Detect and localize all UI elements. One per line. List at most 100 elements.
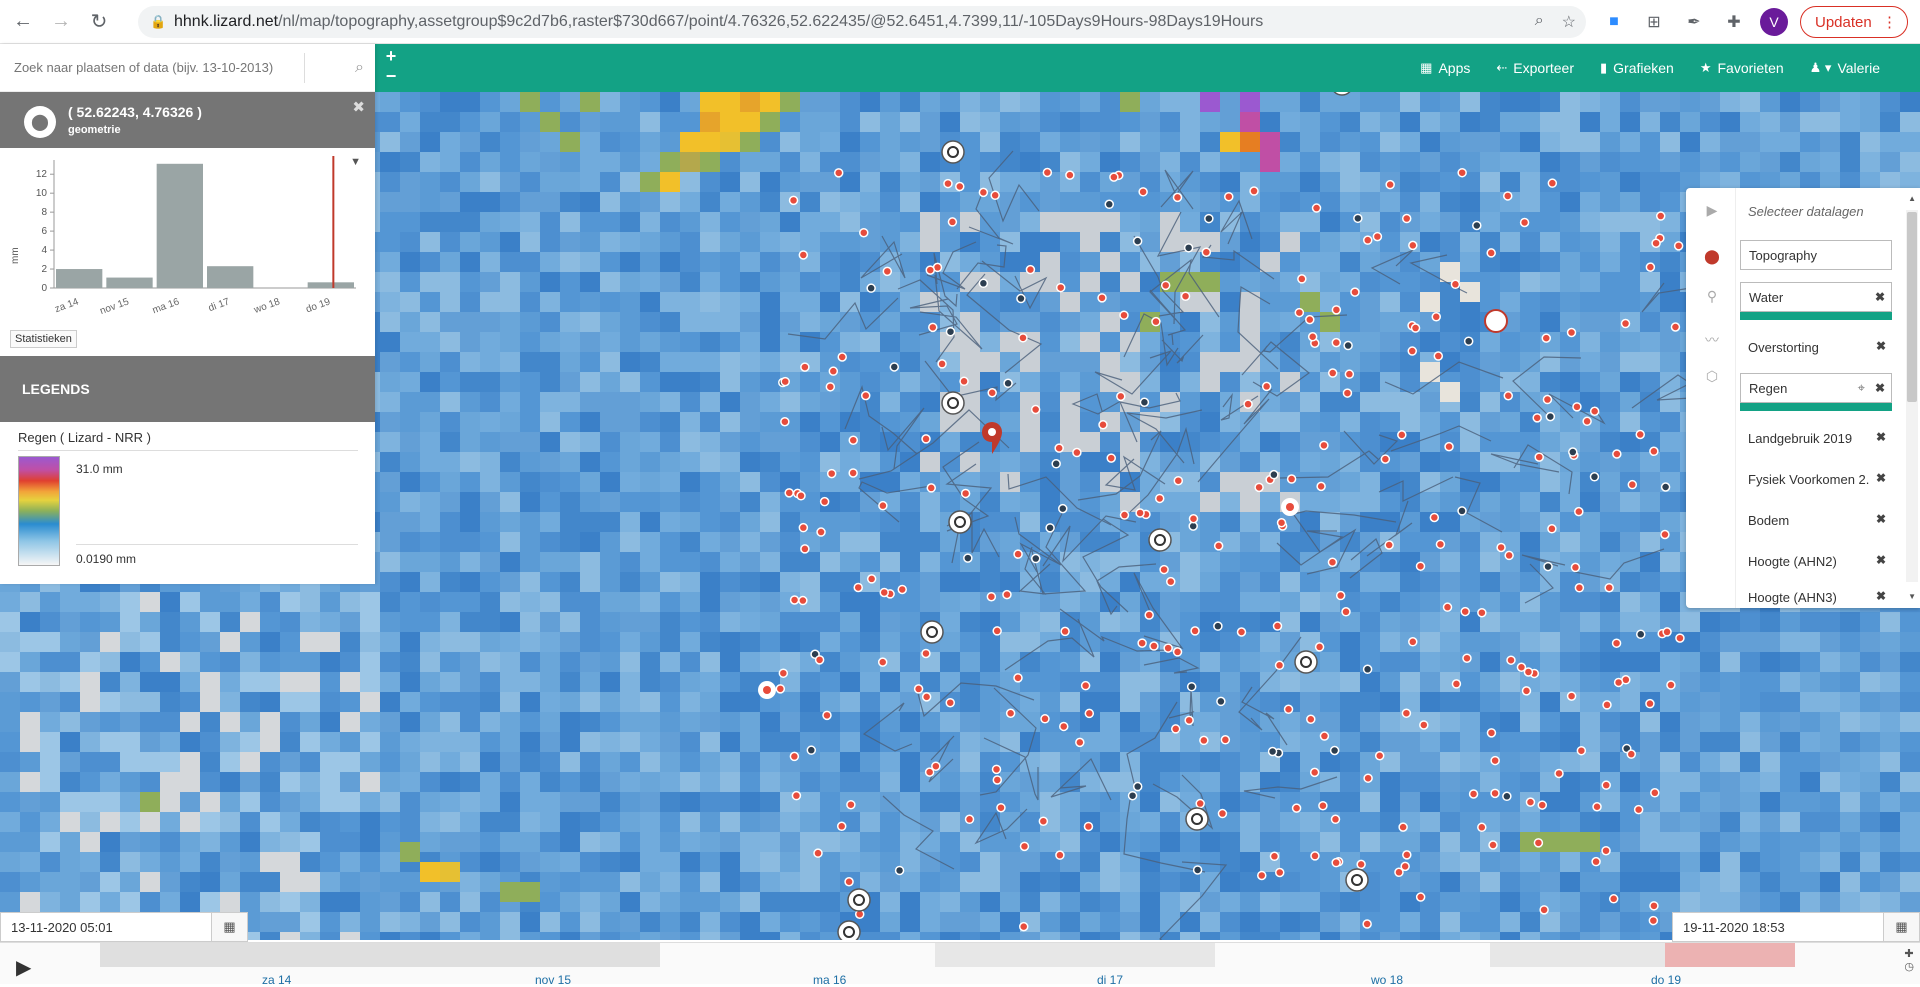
calendar-icon[interactable]: ▦ <box>211 913 247 941</box>
asset-dot <box>960 488 971 499</box>
asset-dot <box>1249 186 1259 196</box>
remove-layer-icon[interactable]: ✖ <box>1875 381 1885 395</box>
layer-ahn2[interactable]: Hoogte (AHN2) ✖ <box>1740 546 1892 576</box>
remove-layer-icon[interactable]: ✖ <box>1876 589 1886 603</box>
asset-dot <box>1627 479 1638 490</box>
play-icon[interactable]: ▶ <box>16 955 31 980</box>
asset-dot <box>955 181 965 192</box>
menu-apps[interactable]: ▦ Apps <box>1420 60 1470 76</box>
asset-dot <box>800 362 810 372</box>
zoom-out-button[interactable]: − <box>383 66 399 87</box>
selected-point-marker <box>988 428 996 436</box>
multi-pin-icon[interactable]: ⚲ <box>1702 288 1722 305</box>
asset-dot <box>1220 735 1231 745</box>
line-chart-icon[interactable]: 〰 <box>1702 330 1722 350</box>
asset-dot <box>1353 213 1363 224</box>
scroll-down-icon[interactable]: ▼ <box>1908 592 1916 601</box>
layer-ahn3[interactable]: Hoogte (AHN3) ✖ <box>1740 587 1892 607</box>
layer-scroll-thumb[interactable] <box>1907 212 1917 402</box>
pumpstation-icon <box>941 391 965 415</box>
search-input[interactable] <box>14 60 294 75</box>
reload-icon[interactable]: ↻ <box>84 7 114 37</box>
asset-dot <box>1468 789 1479 799</box>
remove-layer-icon[interactable]: ✖ <box>1876 512 1886 526</box>
url-text[interactable]: hhnk.lizard.net/nl/map/topography,assetg… <box>174 13 1263 31</box>
menu-export-label: Exporteer <box>1513 60 1574 76</box>
layer-topography[interactable]: Topography <box>1740 240 1892 270</box>
url-path: /nl/map/topography,assetgroup$9c2d7b6,ra… <box>278 13 1264 30</box>
asset-dot <box>1331 337 1342 348</box>
start-date-value: 13-11-2020 05:01 <box>11 919 113 935</box>
bookmark-star-icon[interactable]: ☆ <box>1562 12 1576 32</box>
asset-dot <box>1002 589 1012 600</box>
layer-landgebruik[interactable]: Landgebruik 2019 ✖ <box>1740 423 1892 453</box>
asset-dot <box>1310 851 1320 861</box>
zoom-in-button[interactable]: + <box>383 46 399 67</box>
calendar-icon[interactable]: ▦ <box>1883 913 1919 941</box>
layer-bodem[interactable]: Bodem ✖ <box>1740 505 1892 535</box>
layer-label: Topography <box>1749 247 1817 263</box>
statistics-button[interactable]: Statistieken <box>10 330 77 348</box>
timeline[interactable]: ▶ za 14 nov 15 ma 16 di 17 wo 18 do 19 ✚… <box>0 942 1920 987</box>
asset-dot <box>1545 411 1556 422</box>
asset-dot <box>1138 187 1148 197</box>
location-pin-icon[interactable]: ⬤ <box>1702 248 1722 265</box>
puzzle-extensions-icon[interactable]: ✚ <box>1720 8 1748 36</box>
back-icon[interactable]: ← <box>8 7 38 37</box>
menu-export[interactable]: ⇠ Exporteer <box>1496 60 1574 76</box>
remove-layer-icon[interactable]: ✖ <box>1876 339 1886 353</box>
asset-dot <box>1072 447 1082 458</box>
asset-dot <box>921 434 931 444</box>
asset-dot <box>1144 610 1154 620</box>
scroll-up-icon[interactable]: ▲ <box>1908 194 1916 203</box>
asset-dot <box>1651 238 1661 248</box>
remove-layer-icon[interactable]: ✖ <box>1876 430 1886 444</box>
zoom-lens-icon[interactable]: ⌕ <box>1535 12 1544 32</box>
polygon-icon[interactable]: ⬡ <box>1702 368 1722 385</box>
asset-dot <box>1612 449 1622 459</box>
collapse-arrow-icon[interactable]: ▶ <box>1702 202 1722 219</box>
asset-dot <box>826 468 837 479</box>
timeline-current-window[interactable] <box>1665 943 1795 967</box>
close-icon[interactable]: ✖ <box>352 98 365 116</box>
address-bar[interactable]: 🔒 hhnk.lizard.net/nl/map/topography,asse… <box>138 6 1586 38</box>
menu-charts[interactable]: ▮ Grafieken <box>1600 60 1674 76</box>
asset-dot <box>1363 773 1373 783</box>
menu-user[interactable]: ♟ ▾ Valerie <box>1810 60 1880 76</box>
asset-dot <box>926 483 937 493</box>
pen-extension-icon[interactable]: ✒ <box>1680 8 1708 36</box>
search-bar: ⌕ <box>0 44 375 92</box>
chart-dropdown-icon[interactable]: ▼ <box>350 156 361 168</box>
menu-charts-label: Grafieken <box>1613 60 1674 76</box>
asset-dot <box>1327 368 1338 378</box>
menu-favorites[interactable]: ★ Favorieten <box>1700 60 1784 76</box>
zoom-extension-icon[interactable]: ■ <box>1600 8 1628 36</box>
grid-extension-icon[interactable]: ⊞ <box>1640 8 1668 36</box>
asset-dot <box>1172 192 1183 203</box>
layer-regen[interactable]: Regen ⌖ ✖ <box>1740 373 1892 403</box>
crosshair-icon[interactable]: ⌖ <box>1858 380 1865 396</box>
asset-dot <box>1005 708 1016 719</box>
remove-layer-icon[interactable]: ✖ <box>1875 290 1885 304</box>
end-date-field[interactable]: 19-11-2020 18:53 ▦ <box>1672 912 1920 942</box>
layer-overstorting[interactable]: Overstorting ✖ <box>1740 332 1892 362</box>
asset-dot <box>780 376 790 387</box>
lock-icon[interactable]: 🔒 <box>150 14 166 30</box>
forward-icon[interactable]: → <box>46 7 76 37</box>
pumpstation-icon <box>948 510 972 534</box>
remove-layer-icon[interactable]: ✖ <box>1876 553 1886 567</box>
more-vert-icon: ⋮ <box>1882 14 1897 31</box>
layer-fysiek-voorkomen[interactable]: Fysiek Voorkomen 2. ✖ <box>1740 464 1892 494</box>
search-divider <box>304 52 305 83</box>
rain-hotspot <box>720 112 740 132</box>
layer-water[interactable]: Water ✖ <box>1740 282 1892 312</box>
asset-dot <box>992 775 1003 785</box>
profile-avatar[interactable]: V <box>1760 8 1788 36</box>
remove-layer-icon[interactable]: ✖ <box>1876 471 1886 485</box>
asset-dot <box>1132 781 1143 792</box>
layer-label: Landgebruik 2019 <box>1748 430 1853 446</box>
start-date-field[interactable]: 13-11-2020 05:01 ▦ <box>0 912 248 942</box>
update-button[interactable]: Updaten ⋮ <box>1800 6 1908 38</box>
search-icon[interactable]: ⌕ <box>355 59 364 77</box>
timeline-zoom-icon[interactable]: ✚ ◷ <box>1904 947 1914 973</box>
